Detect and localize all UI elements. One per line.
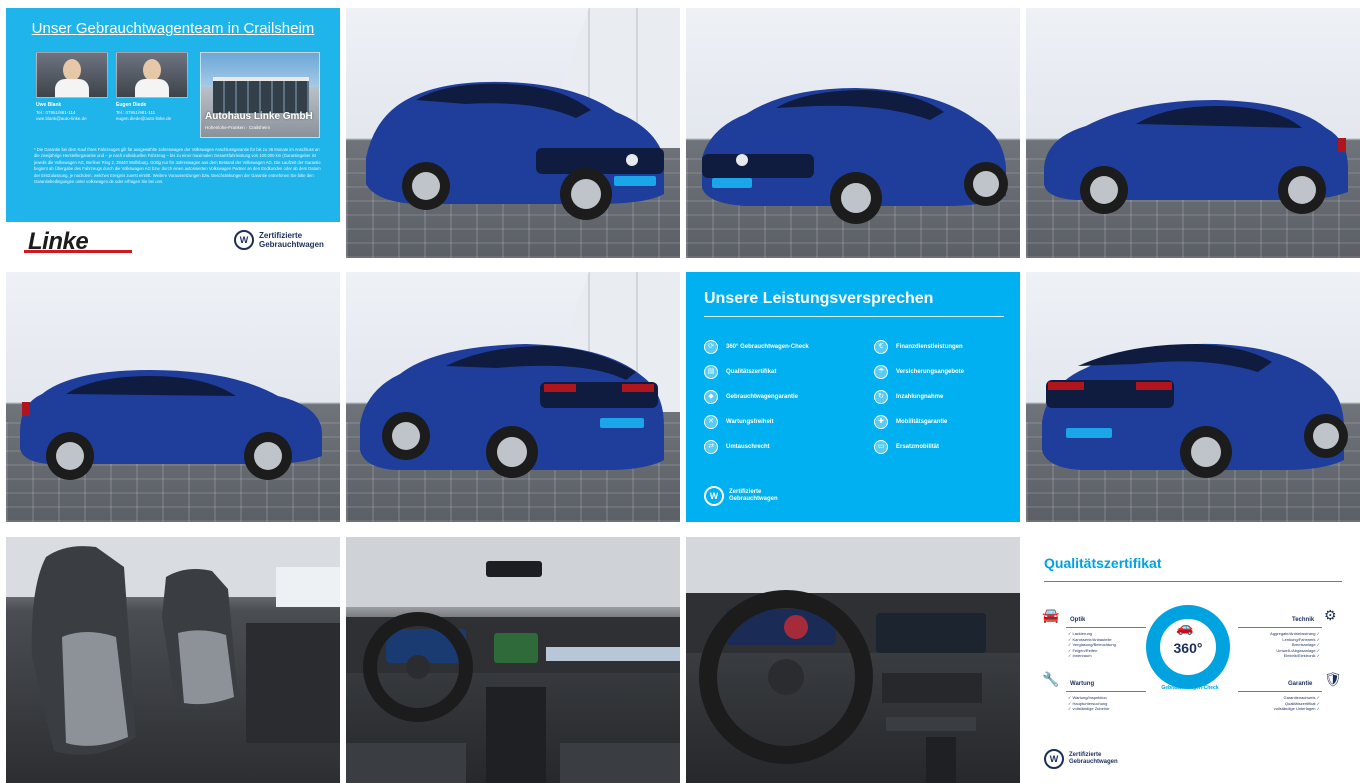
vw-cert-text: Zertifizierte Gebrauchtwagen bbox=[259, 231, 324, 249]
certificate-icon: ▤ bbox=[704, 365, 718, 379]
car-side-right-illustration bbox=[1044, 100, 1348, 214]
exchange-icon: ⇄ bbox=[704, 440, 718, 454]
wrench-icon: ✕ bbox=[704, 415, 718, 429]
car-side-left-illustration bbox=[20, 370, 322, 480]
garantie-label: Garantie bbox=[1288, 681, 1313, 687]
dealer-name: Autohaus Linke GmbH bbox=[205, 111, 313, 122]
car-front-right-illustration bbox=[366, 81, 664, 220]
promise-item-left-5: ⇄ Umtauschrecht bbox=[704, 440, 770, 454]
car-photo-front-right[interactable] bbox=[346, 8, 680, 258]
vw-cert-logo: W Zertifizierte Gebrauchtwagen bbox=[1044, 749, 1118, 769]
person-contact-1: Tel.: 07951/981-114 uwe.blank@auto-linke… bbox=[36, 110, 87, 121]
garantie-rule bbox=[1238, 691, 1322, 692]
car-photo-side-left[interactable] bbox=[6, 272, 340, 522]
trade-in-icon: ↻ bbox=[874, 390, 888, 404]
promise-divider bbox=[704, 316, 1004, 317]
person-photo-2 bbox=[116, 52, 188, 98]
warranty-text: * Die Garantie bei dem Kauf Ihres Fahrze… bbox=[34, 147, 321, 185]
vw-logo-icon: W bbox=[234, 230, 254, 250]
optik-rule bbox=[1066, 627, 1146, 628]
promise-item-right-1: € Finanzdienstleistungen bbox=[874, 340, 963, 354]
vw-logo-icon: W bbox=[704, 486, 724, 506]
car-photo-side-right[interactable] bbox=[1026, 8, 1360, 258]
person-name-1: Uwe Blank bbox=[36, 102, 62, 108]
mobility-icon: ✚ bbox=[874, 415, 888, 429]
garantie-list: Garantienachweis ✓ Qualitätszertifikat ✓… bbox=[1273, 695, 1320, 712]
check-360-icon: ⟳ bbox=[704, 340, 718, 354]
replacement-car-icon: ▭ bbox=[874, 440, 888, 454]
quality-title: Qualitätszertifikat bbox=[1044, 555, 1162, 571]
car-photo-rear-right[interactable] bbox=[1026, 272, 1360, 522]
quality-certificate-tile[interactable]: Qualitätszertifikat 🚘 Optik ✓ Lackierung… bbox=[1026, 537, 1360, 783]
ring-360-label: 360° bbox=[1173, 640, 1203, 656]
promise-title: Unsere Leistungsversprechen bbox=[704, 290, 934, 307]
team-info-tile[interactable]: Unser Gebrauchtwagenteam in Crailsheim U… bbox=[6, 8, 340, 258]
wartung-list: ✓ Wartung/Inspektion ✓ Hauptuntersuchung… bbox=[1068, 695, 1110, 712]
person-name-2: Eugen Diede bbox=[116, 102, 147, 108]
wartung-rule bbox=[1066, 691, 1146, 692]
shield-garantie-icon: 🛡 bbox=[1324, 671, 1342, 687]
promise-tile[interactable]: Unsere Leistungsversprechen ⟳ 360° Gebra… bbox=[686, 272, 1020, 522]
linke-logo: Linke bbox=[23, 228, 133, 255]
wartung-label: Wartung bbox=[1070, 681, 1095, 687]
dashboard-illustration bbox=[346, 537, 680, 783]
optik-label: Optik bbox=[1070, 617, 1086, 623]
promise-item-left-4: ✕ Wartungsfreiheit bbox=[704, 415, 773, 429]
promise-item-left-2: ▤ Qualitätszertifikat bbox=[704, 365, 776, 379]
car-rear-right-illustration bbox=[1042, 343, 1348, 478]
interior-photo-dashboard[interactable] bbox=[346, 537, 680, 783]
promise-item-right-3: ↻ Inzahlungnahme bbox=[874, 390, 943, 404]
dealer-subtitle: Hohenlohe-Franken · Crailsheim bbox=[205, 125, 271, 130]
person-photo-1 bbox=[36, 52, 108, 98]
team-footer: Linke W Zertifizierte Gebrauchtwagen bbox=[6, 222, 340, 258]
seats-illustration bbox=[6, 537, 340, 755]
vw-cert-logo: W Zertifizierte Gebrauchtwagen bbox=[234, 230, 324, 250]
shield-icon: ◆ bbox=[704, 390, 718, 404]
wrench-wartung-icon: 🔧 bbox=[1042, 671, 1060, 687]
quality-divider bbox=[1044, 581, 1342, 582]
dealer-photo: Autohaus Linke GmbH Hohenlohe-Franken · … bbox=[200, 52, 320, 138]
finance-icon: € bbox=[874, 340, 888, 354]
car-front-icon: 🚗 bbox=[1176, 619, 1194, 635]
cockpit-illustration bbox=[686, 537, 1020, 783]
ring-check-text: Gebrauchtwagen-Check bbox=[1161, 685, 1219, 691]
car-front-left-illustration bbox=[702, 88, 1008, 224]
technik-icon: ⚙ bbox=[1324, 607, 1337, 623]
vw-cert-text: Zertifizierte Gebrauchtwagen bbox=[1069, 752, 1118, 765]
promise-item-right-2: ☂ Versicherungsangebote bbox=[874, 365, 964, 379]
technik-rule bbox=[1238, 627, 1322, 628]
interior-photo-cockpit[interactable] bbox=[686, 537, 1020, 783]
promise-item-left-1: ⟳ 360° Gebrauchtwagen-Check bbox=[704, 340, 809, 354]
car-optik-icon: 🚘 bbox=[1042, 607, 1060, 623]
car-photo-front-left[interactable] bbox=[686, 8, 1020, 258]
insurance-icon: ☂ bbox=[874, 365, 888, 379]
car-photo-rear-left[interactable] bbox=[346, 272, 680, 522]
technik-label: Technik bbox=[1292, 617, 1315, 623]
promise-item-right-5: ▭ Ersatzmobilität bbox=[874, 440, 939, 454]
optik-list: ✓ Lackierung ✓ Karosserie/Anbauteile ✓ V… bbox=[1068, 631, 1116, 659]
interior-photo-seats[interactable] bbox=[6, 537, 340, 783]
vw-logo-icon: W bbox=[1044, 749, 1064, 769]
car-rear-left-illustration bbox=[360, 344, 664, 478]
promise-item-right-4: ✚ Mobilitätsgarantie bbox=[874, 415, 947, 429]
vw-cert-logo: W Zertifizierte Gebrauchtwagen bbox=[704, 486, 778, 506]
technik-list: Aggregate/Antriebsstrang ✓ Lenkung/Fahrw… bbox=[1270, 631, 1320, 659]
promise-item-left-3: ◆ Gebrauchtwagengarantie bbox=[704, 390, 798, 404]
person-contact-2: Tel.: 07951/981-111 eugen.diede@auto-lin… bbox=[116, 110, 172, 121]
team-title: Unser Gebrauchtwagenteam in Crailsheim bbox=[31, 20, 315, 37]
vw-cert-text: Zertifizierte Gebrauchtwagen bbox=[729, 489, 778, 502]
